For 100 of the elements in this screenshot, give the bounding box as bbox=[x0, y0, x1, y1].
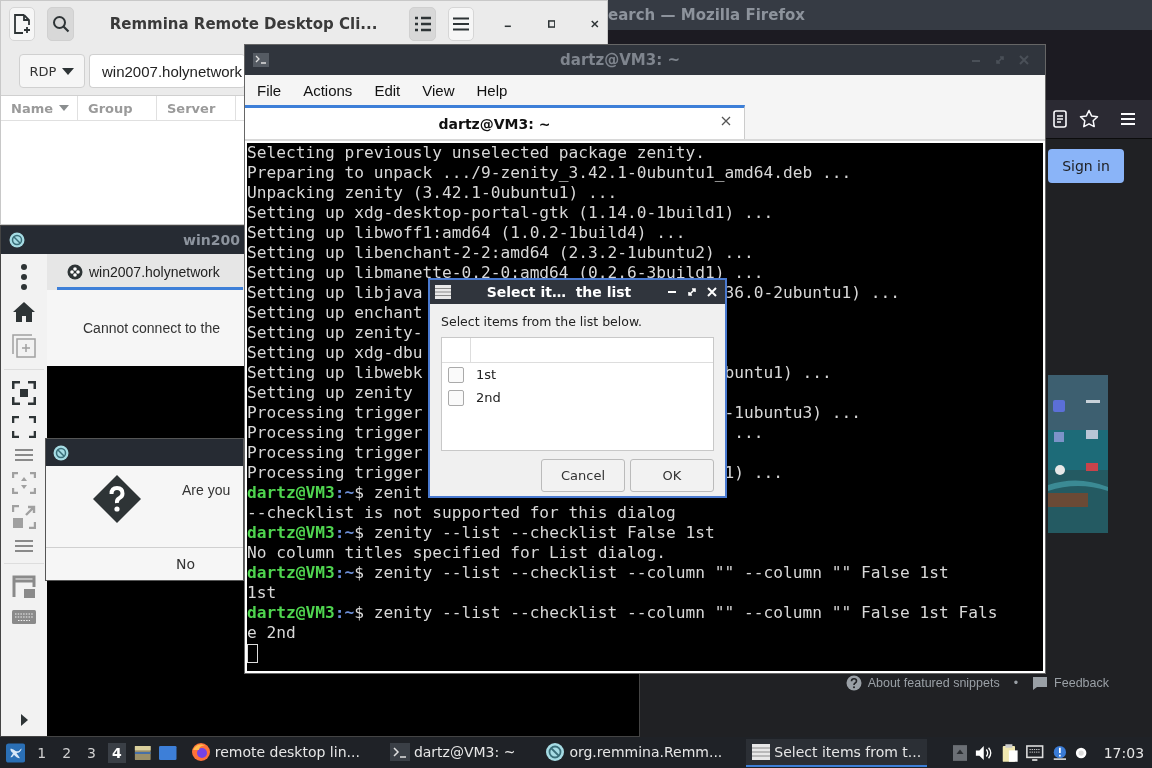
window-title: earch — Mozilla Firefox bbox=[608, 6, 805, 24]
terminal-line: dartz@VM3:~$ zenity --list --checklist --column "" --column "" False 1st Fals bbox=[247, 603, 998, 622]
terminal-line: Processing trigger bbox=[247, 403, 423, 422]
workspace-switch[interactable]: 4 bbox=[108, 742, 126, 763]
terminal-icon bbox=[389, 742, 410, 761]
taskbar-button[interactable]: dartz@VM3: ~ bbox=[383, 738, 522, 767]
list-icon bbox=[435, 285, 451, 299]
close-tab-icon[interactable] bbox=[721, 116, 731, 126]
error-message: Cannot connect to the bbox=[83, 320, 220, 336]
sign-in-button[interactable]: Sign in bbox=[1048, 149, 1124, 183]
about-snippets-link[interactable]: About featured snippets bbox=[867, 676, 1000, 690]
home-icon[interactable] bbox=[12, 301, 36, 323]
terminal-line: Selecting previously unselected package zenity. bbox=[247, 143, 706, 162]
workspace-switch[interactable]: 1 bbox=[33, 742, 51, 763]
fullscreen-icon[interactable] bbox=[12, 416, 36, 438]
terminal-line: Setting up libenchant-2-2:amd64 (2.3.2-1ubuntu2) ... bbox=[247, 243, 754, 262]
terminal-line: Unpacking zenity (3.42.1-0ubuntu1) ... bbox=[247, 183, 618, 202]
terminal-line: ... bbox=[733, 423, 764, 443]
separator-dot: • bbox=[1013, 676, 1019, 690]
clock[interactable]: 17:03 bbox=[1103, 744, 1145, 761]
text-cursor bbox=[247, 644, 258, 663]
menu-icon[interactable] bbox=[1120, 112, 1136, 126]
workspace-switch[interactable]: 2 bbox=[58, 742, 76, 763]
dialog-message: Are you bbox=[182, 482, 231, 498]
volume-icon[interactable] bbox=[975, 743, 993, 762]
terminal-line: Setting up zenity bbox=[247, 383, 413, 402]
more-options-icon[interactable] bbox=[20, 264, 28, 290]
terminal-line: 1st bbox=[247, 583, 277, 602]
menu-item[interactable]: File bbox=[257, 81, 282, 99]
remmina-icon bbox=[53, 444, 69, 461]
checkbox[interactable] bbox=[448, 366, 464, 383]
status-circle-icon[interactable] bbox=[1075, 745, 1088, 760]
menu-item[interactable]: Edit bbox=[374, 81, 401, 99]
remmina-icon bbox=[545, 741, 566, 762]
menu-item[interactable]: View bbox=[422, 81, 455, 99]
terminal-line: Processing trigger bbox=[247, 463, 423, 482]
address-field[interactable]: win2007.holynetwork bbox=[89, 54, 245, 88]
file-manager-icon[interactable] bbox=[133, 743, 152, 762]
connection-icon bbox=[67, 263, 83, 280]
terminal-line: Processing trigger bbox=[247, 423, 423, 442]
list-icon bbox=[752, 743, 771, 760]
lines-icon[interactable] bbox=[15, 449, 33, 461]
checkbox[interactable] bbox=[448, 389, 464, 406]
terminal-line: 36.0-2ubuntu1) ... bbox=[724, 283, 900, 303]
notification-icon[interactable] bbox=[1051, 743, 1068, 762]
taskbar-button[interactable]: org.remmina.Remm... bbox=[539, 738, 729, 767]
search-button[interactable] bbox=[47, 7, 74, 41]
menu-item[interactable]: Help bbox=[476, 81, 508, 99]
dialog-title: Select it… the list bbox=[485, 284, 633, 300]
fit-window-icon[interactable] bbox=[12, 381, 36, 405]
terminal-line: e 2nd bbox=[247, 623, 296, 642]
maximize-icon[interactable] bbox=[547, 19, 556, 29]
list-item[interactable]: 2nd bbox=[476, 390, 501, 405]
new-file-icon bbox=[13, 14, 32, 34]
protocol-dropdown[interactable]: RDP bbox=[19, 54, 85, 88]
terminal-line: Setting up libjava bbox=[247, 283, 423, 302]
window-icon[interactable] bbox=[12, 575, 36, 599]
terminal-line: --checklist is not supported for this dialog bbox=[247, 503, 676, 522]
terminal-line: dartz@VM3:~$ zenity --list --checklist False 1st bbox=[247, 523, 715, 542]
menu-item[interactable]: Actions bbox=[303, 81, 353, 99]
remmina-icon bbox=[9, 232, 25, 248]
terminal-line: 1) ... bbox=[724, 463, 783, 483]
terminal-line: Setting up xdg-desktop-portal-gtk (1.14.0-1build1) ... bbox=[247, 203, 774, 222]
clipboard-icon[interactable] bbox=[1000, 741, 1019, 764]
window-title: dartz@VM3: ~ bbox=[559, 51, 681, 69]
dialog-message: Select items from the list below. bbox=[441, 314, 643, 329]
lines-icon[interactable] bbox=[15, 540, 33, 552]
ok-button[interactable]: OK bbox=[630, 459, 714, 492]
menu-icon bbox=[452, 17, 470, 31]
cancel-button[interactable]: Cancel bbox=[541, 459, 625, 492]
terminal-line: Setting up xdg-dbu bbox=[247, 343, 423, 362]
expand-arrow-icon[interactable] bbox=[20, 714, 28, 726]
window-icon[interactable] bbox=[159, 744, 177, 761]
terminal-line: Setting up libmanette-0.2-0:amd64 (0.2.6-3build1) ... bbox=[247, 263, 764, 282]
star-icon[interactable] bbox=[1079, 109, 1099, 129]
list-view-button[interactable] bbox=[409, 7, 436, 41]
terminal-line: Preparing to unpack .../9-zenity_3.42.1-0ubuntu1_amd64.deb ... bbox=[247, 163, 852, 182]
firefox-icon bbox=[190, 741, 211, 762]
terminal-line: Setting up libwebk bbox=[247, 363, 423, 382]
start-menu-icon[interactable] bbox=[6, 741, 26, 764]
feedback-link[interactable]: Feedback bbox=[1054, 676, 1109, 690]
list-item[interactable]: 1st bbox=[476, 367, 497, 382]
terminal-line: -1ubuntu3) ... bbox=[724, 403, 861, 423]
menu-button[interactable] bbox=[447, 7, 475, 41]
terminal-tab[interactable]: dartz@VM3: ~ bbox=[245, 105, 745, 139]
terminal-line: Processing trigger bbox=[247, 443, 423, 462]
question-icon bbox=[92, 474, 142, 524]
network-icon[interactable] bbox=[1026, 743, 1044, 762]
caret-icon bbox=[62, 67, 75, 75]
new-connection-button[interactable] bbox=[9, 7, 36, 41]
workspace-switch[interactable]: 3 bbox=[83, 742, 100, 763]
terminal-line: Setting up enchant bbox=[247, 303, 423, 322]
terminal-line: Setting up zenity- bbox=[247, 323, 423, 342]
search-icon bbox=[51, 15, 70, 33]
taskbar-button[interactable]: remote desktop lin... bbox=[184, 738, 366, 767]
taskbar-button[interactable]: Select items from t... bbox=[746, 738, 928, 767]
reader-view-icon[interactable] bbox=[1052, 110, 1068, 128]
close-icon[interactable] bbox=[591, 19, 599, 29]
terminal-line: Setting up libwoff1:amd64 (1.0.2-1build4) ... bbox=[247, 223, 686, 242]
terminal-line: dartz@VM3:~$ zenity --list --checklist --column "" --column "" False 1st bbox=[247, 563, 949, 582]
